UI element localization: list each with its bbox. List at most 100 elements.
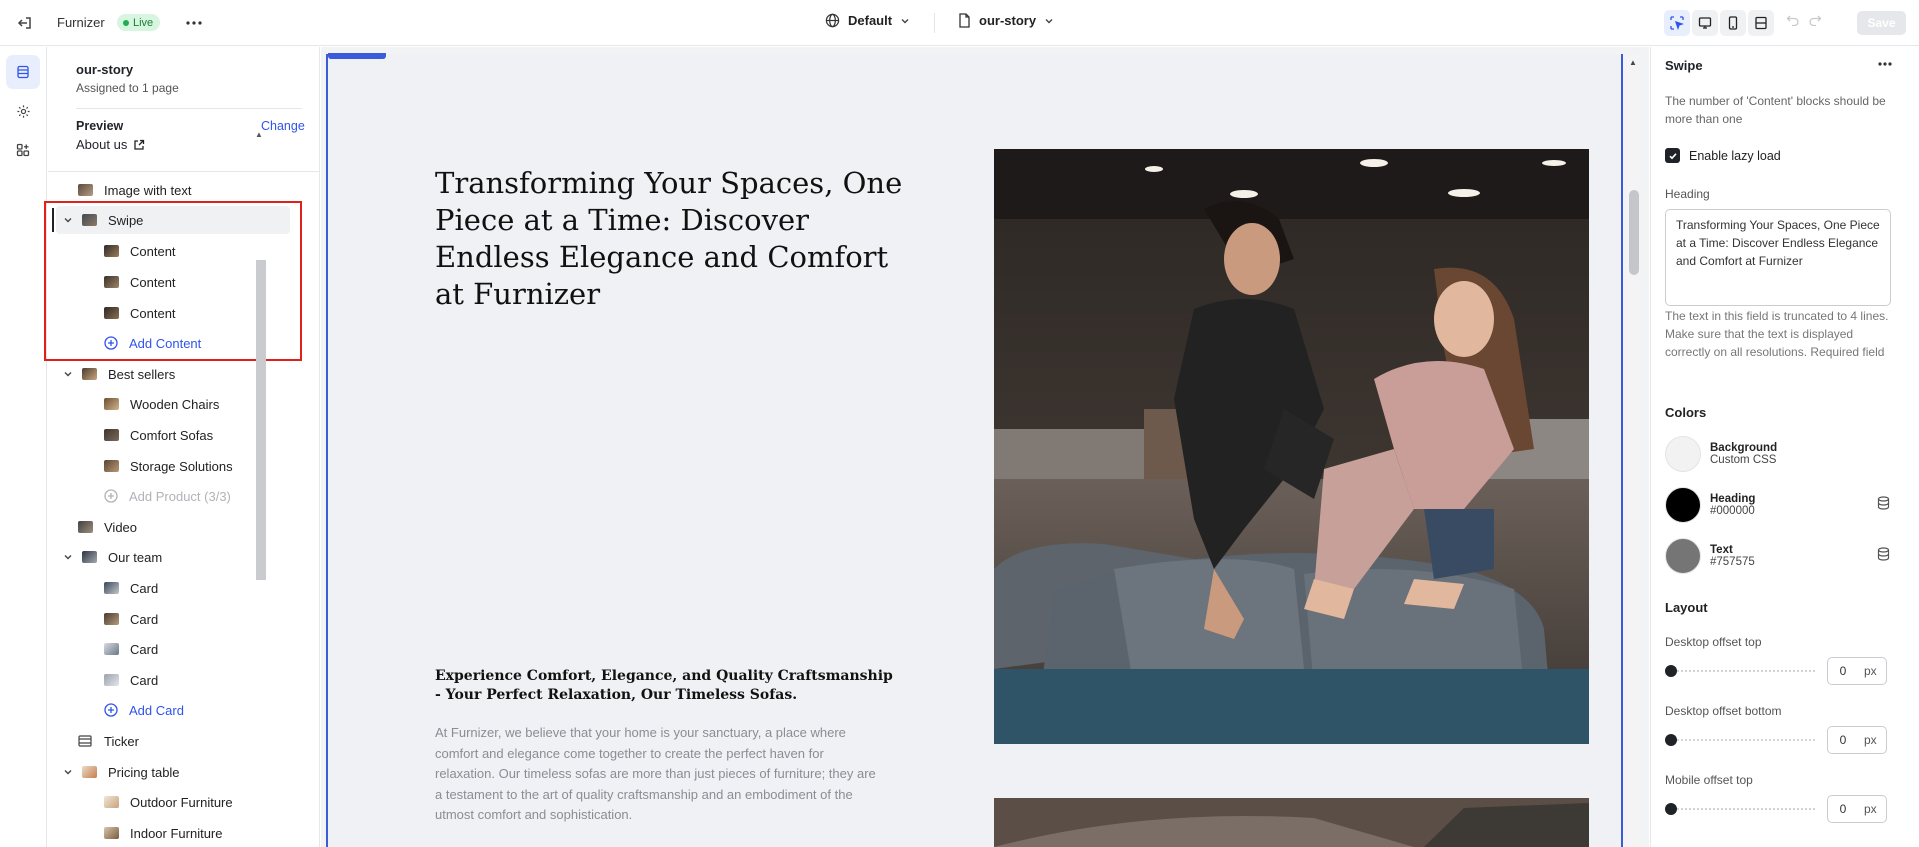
desktop-offset-bottom-slider[interactable]: 0 px [1665, 726, 1905, 754]
status-label: Live [133, 16, 154, 29]
select-tool-icon[interactable] [1664, 10, 1690, 36]
slider-track[interactable] [1677, 808, 1815, 810]
exit-icon[interactable] [14, 12, 36, 34]
database-icon[interactable] [1877, 496, 1890, 510]
redo-icon[interactable] [1808, 12, 1822, 26]
change-link[interactable]: Change [261, 119, 305, 133]
desktop-offset-top-slider[interactable]: 0 px [1665, 657, 1905, 685]
desktop-icon[interactable] [1692, 10, 1718, 36]
tree-item-video[interactable]: Video [78, 513, 137, 541]
offset-value[interactable]: 0 [1828, 733, 1858, 747]
offset-input[interactable]: 0 px [1827, 657, 1887, 685]
fullwidth-icon[interactable] [1748, 10, 1774, 36]
tree-item-label: Card [130, 672, 159, 688]
database-icon[interactable] [1877, 547, 1890, 561]
chevron-down-icon[interactable] [62, 368, 74, 380]
tree-item-pricing-table[interactable]: Pricing table [62, 758, 180, 786]
slider-track[interactable] [1677, 739, 1815, 741]
tree-item-card[interactable]: Card [104, 635, 158, 663]
plus-circle-icon [104, 489, 118, 503]
offset-value[interactable]: 0 [1828, 664, 1858, 678]
tree-item-best-sellers[interactable]: Best sellers [62, 360, 175, 388]
content-body[interactable]: At Furnizer, we believe that your home i… [435, 723, 885, 826]
tree-item-label: Video [104, 519, 138, 535]
add-product-label: Add Product (3/3) [129, 488, 231, 504]
color-text[interactable]: Text #757575 [1665, 538, 1755, 574]
external-link-icon [133, 139, 145, 151]
mobile-icon[interactable] [1720, 10, 1746, 36]
canvas-scrollbar[interactable] [1627, 54, 1641, 847]
sections-icon[interactable] [6, 55, 40, 89]
chevron-down-icon[interactable] [62, 551, 74, 563]
plus-circle-icon [104, 703, 118, 717]
tree-item-label: Card [130, 641, 159, 657]
tree-item-product[interactable]: Storage Solutions [104, 452, 233, 480]
checkmark-icon[interactable] [1665, 148, 1680, 163]
color-heading[interactable]: Heading #000000 [1665, 487, 1755, 523]
tree-item-card[interactable]: Card [104, 666, 158, 694]
tree-item-image-with-text[interactable]: Image with text [78, 176, 191, 204]
tree-item-our-team[interactable]: Our team [62, 543, 162, 571]
more-horizontal-icon[interactable] [183, 12, 205, 34]
tree-item-ticker[interactable]: Ticker [78, 727, 139, 755]
file-icon [958, 13, 971, 28]
divider [76, 108, 302, 109]
canvas-scrollbar-thumb[interactable] [1629, 190, 1639, 275]
page-selector[interactable]: our-story [958, 13, 1054, 28]
save-button[interactable]: Save [1857, 11, 1906, 35]
status-dot [123, 19, 129, 26]
tree-item-product[interactable]: Comfort Sofas [104, 421, 213, 449]
preview-page-link[interactable]: About us [76, 137, 145, 152]
ticker-icon [78, 735, 93, 747]
tree-item-card[interactable]: Card [104, 605, 158, 633]
layout-section-title: Layout [1665, 600, 1708, 615]
scroll-up-icon[interactable]: ▲ [255, 130, 263, 139]
locale-selector[interactable]: Default [825, 13, 910, 28]
slider-handle[interactable] [1665, 665, 1677, 677]
tree-item-label: Storage Solutions [130, 458, 233, 474]
offset-input[interactable]: 0 px [1827, 726, 1887, 754]
heading-help-text: The text in this field is truncated to 4… [1665, 309, 1889, 359]
color-swatch[interactable] [1665, 538, 1701, 574]
add-card-button[interactable]: Add Card [104, 696, 184, 724]
locale-label: Default [848, 13, 893, 28]
tree-item-pricing[interactable]: Indoor Furniture [104, 819, 223, 847]
sidebar-scrollbar[interactable] [256, 260, 266, 580]
preview-label: Preview [76, 119, 124, 133]
content-subheading[interactable]: Experience Comfort, Elegance, and Qualit… [435, 667, 895, 705]
tree-item-label: Image with text [104, 182, 192, 198]
section-tab [328, 53, 386, 59]
heading-textarea[interactable]: Transforming Your Spaces, One Piece at a… [1665, 209, 1891, 306]
offset-value[interactable]: 0 [1828, 802, 1858, 816]
tree-item-label: Pricing table [108, 764, 180, 780]
section-heading[interactable]: Transforming Your Spaces, One Piece at a… [435, 165, 905, 313]
preview-page-label: About us [76, 137, 128, 152]
divider [48, 171, 319, 172]
slider-track[interactable] [1677, 670, 1815, 672]
offset-unit: px [1864, 802, 1877, 816]
our-team-icon [82, 551, 97, 563]
gear-icon[interactable] [6, 94, 40, 128]
mobile-offset-top-slider[interactable]: 0 px [1665, 795, 1905, 823]
undo-icon[interactable] [1786, 12, 1800, 26]
content-image[interactable] [994, 149, 1589, 744]
apps-icon[interactable] [6, 133, 40, 167]
slider-handle[interactable] [1665, 734, 1677, 746]
scroll-up-icon[interactable]: ▲ [1629, 58, 1637, 67]
product-thumbnail [104, 429, 119, 441]
tree-item-card[interactable]: Card [104, 574, 158, 602]
lazy-load-checkbox[interactable]: Enable lazy load [1665, 148, 1781, 163]
color-swatch[interactable] [1665, 436, 1701, 472]
color-swatch[interactable] [1665, 487, 1701, 523]
tree-item-label: Card [130, 580, 159, 596]
slider-handle[interactable] [1665, 803, 1677, 815]
color-background[interactable]: Background Custom CSS [1665, 436, 1777, 472]
card-thumbnail [104, 643, 119, 655]
tree-item-label: Best sellers [108, 366, 176, 382]
content-image[interactable] [994, 798, 1589, 847]
tree-item-product[interactable]: Wooden Chairs [104, 390, 219, 418]
chevron-down-icon[interactable] [62, 766, 74, 778]
tree-item-pricing[interactable]: Outdoor Furniture [104, 788, 233, 816]
offset-input[interactable]: 0 px [1827, 795, 1887, 823]
more-horizontal-icon[interactable] [1877, 56, 1893, 72]
